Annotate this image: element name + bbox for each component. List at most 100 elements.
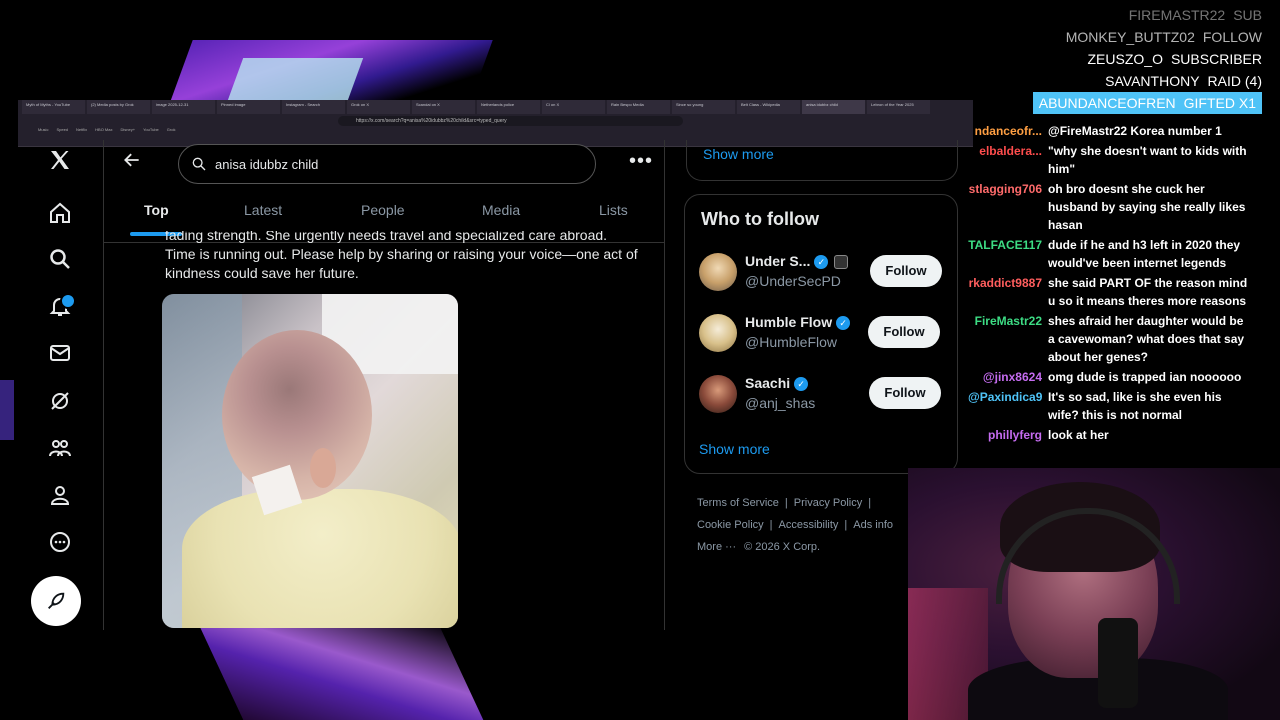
browser-tab[interactable]: Since so young (672, 100, 735, 114)
browser-tab[interactable]: Grok on X (347, 100, 410, 114)
more-options-icon[interactable] (44, 526, 76, 558)
messages-envelope-icon[interactable] (44, 337, 76, 369)
chat-username[interactable]: phillyferg (968, 426, 1042, 444)
affiliate-badge-icon (834, 255, 849, 270)
post-text-partial: fading strength. She urgently needs trav… (165, 231, 608, 243)
post-image[interactable] (162, 294, 458, 628)
chat-message-text: she said PART OF the reason mind u so it… (1048, 276, 1248, 308)
chat-username[interactable]: @jinx8624 (968, 368, 1042, 386)
stream-event-text: ZEUSZO_O SUBSCRIBER (1088, 51, 1263, 67)
browser-tab[interactable]: Myth of Myths - YouTube (22, 100, 85, 114)
chat-username[interactable]: stlagging706 (968, 180, 1042, 198)
chat-username[interactable]: @Paxindica96 (968, 388, 1042, 406)
follow-suggestion[interactable]: Saachi ✓ @anj_shas Follow (699, 373, 949, 417)
right-sidebar: Show more Who to follow Under S... ✓ @Und… (684, 140, 960, 480)
follow-button[interactable]: Follow (869, 377, 941, 409)
follow-button[interactable]: Follow (868, 316, 940, 348)
stream-event-user: MONKEY_BUTTZ02 (1065, 29, 1195, 45)
browser-tab[interactable]: (2) Media posts by Grok (87, 100, 150, 114)
grok-icon[interactable] (44, 385, 76, 417)
verified-badge-icon: ✓ (814, 255, 829, 270)
browser-tab[interactable]: Cl on X (542, 100, 605, 114)
bookmark-item[interactable]: Music (38, 127, 48, 132)
copyright: © 2026 X Corp. (744, 541, 821, 553)
chat-username[interactable]: elbaldera... (968, 142, 1042, 160)
footer-more-link[interactable]: More ··· (697, 541, 736, 553)
browser-tab[interactable]: Netherlands police (477, 100, 540, 114)
suggestion-handle: @UnderSecPD (745, 273, 841, 289)
stream-event: ZEUSZO_O SUBSCRIBER (1002, 48, 1263, 70)
search-results-column: anisa idubbz child ••• Top Latest People… (103, 140, 665, 630)
compose-post-button[interactable] (31, 576, 81, 626)
profile-icon[interactable] (44, 479, 76, 511)
more-options-button[interactable]: ••• (629, 151, 653, 171)
search-input[interactable]: anisa idubbz child (178, 144, 596, 184)
bookmark-item[interactable]: HBO Max (95, 127, 112, 132)
stream-event-user: ABUNDANCEOFREN (1038, 95, 1176, 111)
cookie-policy-link[interactable]: Cookie Policy (697, 519, 764, 531)
stream-events-list: FIREMASTR22 SUB MONKEY_BUTTZ02 FOLLOW ZEUSZO… (1002, 4, 1262, 114)
follow-suggestion[interactable]: Under S... ✓ @UnderSecPD Follow (699, 251, 949, 295)
back-arrow-button[interactable] (120, 148, 144, 172)
suggestion-name: Under S... (745, 253, 811, 269)
bookmark-item[interactable]: Speed (56, 127, 68, 132)
browser-tab[interactable]: Scandal on X (412, 100, 475, 114)
tab-people[interactable]: People (361, 202, 405, 218)
chat-message: ndanceofr... @FireMastr22 Korea number 1 (968, 122, 1280, 140)
browser-tab[interactable]: Rain Bespo Media (607, 100, 670, 114)
trends-show-more-link[interactable]: Show more (703, 146, 774, 162)
back-arrow-icon (124, 153, 139, 167)
baby-clothing-shape (182, 489, 458, 628)
tab-lists[interactable]: Lists (599, 202, 628, 218)
tab-latest[interactable]: Latest (244, 202, 282, 218)
search-icon (192, 157, 206, 171)
bookmark-item[interactable]: Disney+ (121, 127, 136, 132)
address-bar[interactable]: https://x.com/search?q=anisa%20idubbz%20… (338, 116, 683, 126)
follow-suggestion[interactable]: Humble Flow ✓ @HumbleFlow Follow (699, 312, 949, 356)
stream-event-action: SUB (1233, 7, 1262, 23)
glitch-background-shape (0, 380, 14, 440)
terms-link[interactable]: Terms of Service (697, 497, 779, 509)
left-navigation (28, 140, 92, 640)
chat-username[interactable]: ndanceofr... (968, 122, 1042, 140)
bookmark-item[interactable]: Grok (167, 127, 176, 132)
stream-event-user: SAVANTHONY (1105, 73, 1200, 89)
avatar (699, 253, 737, 291)
search-icon[interactable] (44, 243, 76, 275)
post-text: Time is running out. Please help by shar… (165, 246, 638, 281)
stream-event: ABUNDANCEOFREN GIFTED X1 (1002, 92, 1262, 114)
search-query-text: anisa idubbz child (215, 156, 319, 172)
who-to-follow-card: Who to follow Under S... ✓ @UnderSecPD Fo… (684, 194, 958, 474)
trends-card: Show more (686, 140, 958, 181)
accessibility-link[interactable]: Accessibility (779, 519, 839, 531)
browser-tab[interactable]: anisa idubbz child (802, 100, 865, 114)
chat-message-text: @FireMastr22 Korea number 1 (1048, 124, 1222, 138)
browser-tab[interactable]: Instagram - Search (282, 100, 345, 114)
bookmark-item[interactable]: YouTube (143, 127, 159, 132)
browser-tab[interactable]: Belt Class - Wikipedia (737, 100, 800, 114)
stream-event: MONKEY_BUTTZ02 FOLLOW (1002, 26, 1262, 48)
suggestion-name: Saachi (745, 375, 791, 391)
chat-message: @jinx8624 omg dude is trapped ian noooooo (968, 368, 1280, 386)
communities-icon[interactable] (44, 432, 76, 464)
chat-username[interactable]: rkaddict9887 (968, 274, 1042, 292)
chat-username[interactable]: FireMastr22 (968, 312, 1042, 330)
follow-button[interactable]: Follow (870, 255, 942, 287)
tab-media[interactable]: Media (482, 202, 520, 218)
privacy-link[interactable]: Privacy Policy (794, 497, 862, 509)
home-icon[interactable] (44, 197, 76, 229)
browser-tab[interactable]: image 2025-12-31 (152, 100, 215, 114)
ads-info-link[interactable]: Ads info (853, 519, 893, 531)
chat-username[interactable]: TALFACE117 (968, 236, 1042, 254)
browser-tab[interactable]: Lebron of the Year 2025 (867, 100, 930, 114)
who-to-follow-show-more-link[interactable]: Show more (699, 441, 770, 457)
notification-badge (60, 293, 76, 309)
glitch-background-shape (226, 58, 364, 103)
suggestion-name-row: Saachi ✓ (745, 375, 809, 392)
tab-top[interactable]: Top (144, 202, 169, 218)
bookmark-item[interactable]: Netflix (76, 127, 87, 132)
browser-tab[interactable]: Pinned image (217, 100, 280, 114)
chat-message-text: shes afraid her daughter would be a cave… (1048, 314, 1245, 364)
x-logo-icon[interactable] (44, 144, 76, 176)
chat-message: @Paxindica96 It's so sad, like is she eve… (968, 388, 1280, 424)
